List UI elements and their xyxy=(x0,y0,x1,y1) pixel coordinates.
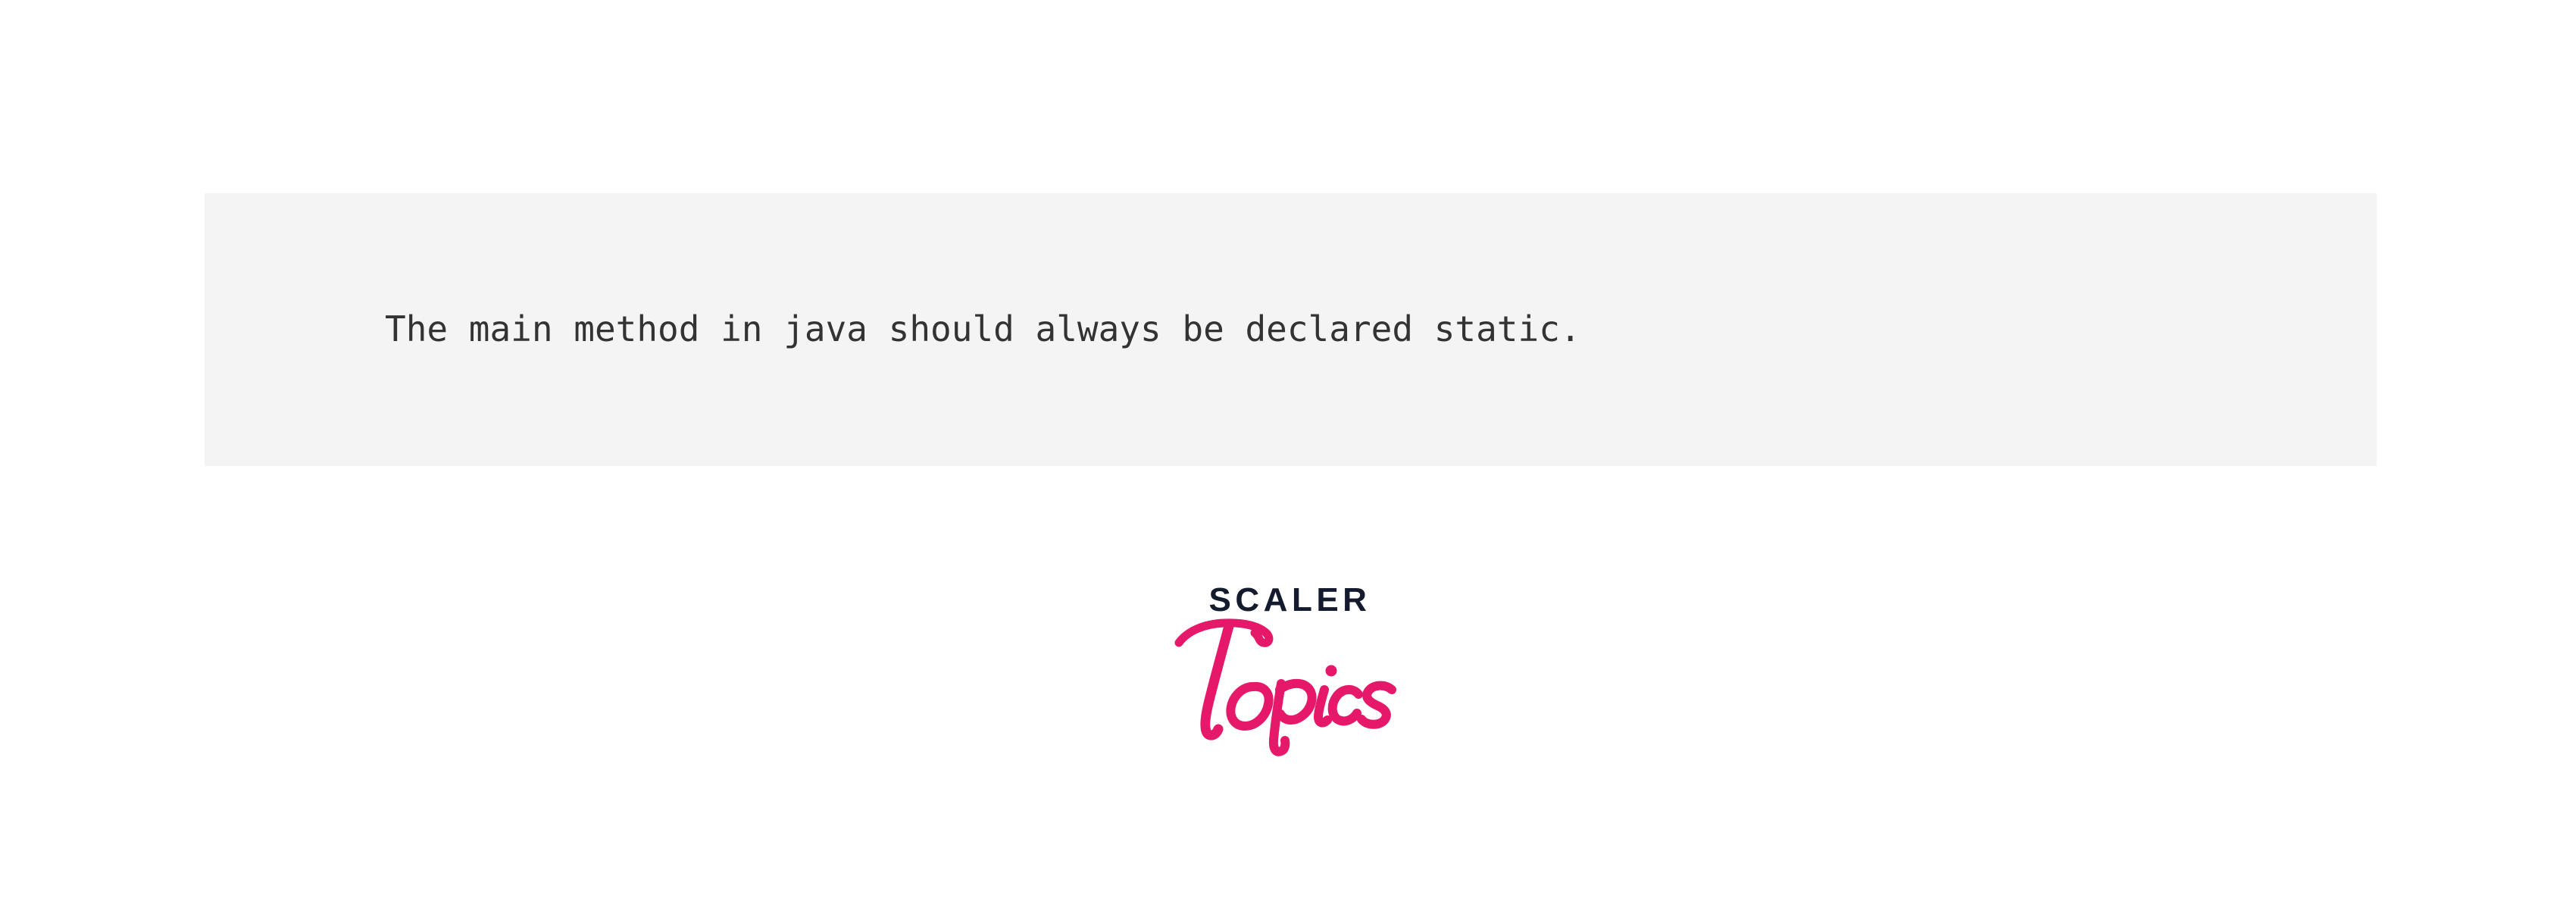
logo-script-topics: Topics xyxy=(1174,617,1402,757)
logo-script-topics-artwork xyxy=(1174,618,1396,756)
logo-wordmark-scaler: SCALER xyxy=(1208,581,1371,618)
code-output-text: The main method in java should always be… xyxy=(385,308,1581,350)
scaler-topics-logo: SCALER Topics xyxy=(0,584,2576,757)
code-output-block: The main method in java should always be… xyxy=(205,193,2377,466)
